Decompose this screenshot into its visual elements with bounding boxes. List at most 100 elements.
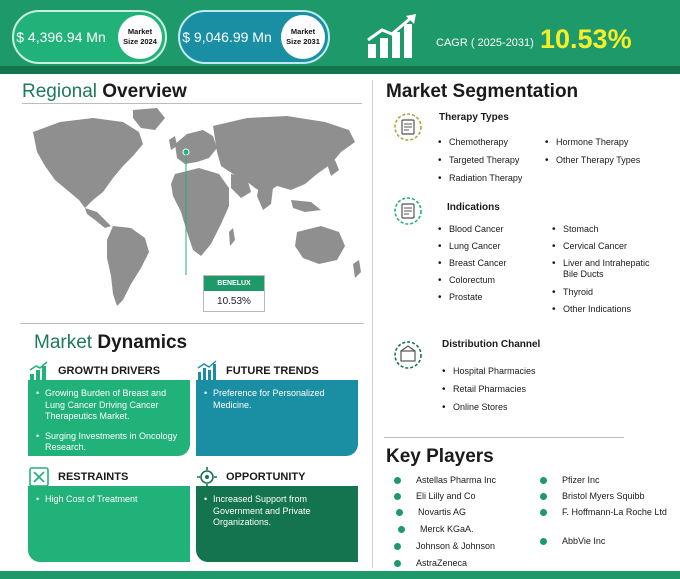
distribution-channel-icon bbox=[394, 341, 422, 369]
growth-drivers-box: Growing Burden of Breast and Lung Cancer… bbox=[28, 380, 190, 456]
key-player-item: Johnson & Johnson bbox=[394, 541, 496, 552]
market-size-2024-label: Market Size 2024 bbox=[118, 15, 162, 59]
bullet-dot-icon bbox=[398, 526, 405, 533]
key-player-name: AbbVie Inc bbox=[562, 536, 606, 546]
indication-item: Stomach bbox=[552, 224, 598, 235]
key-player-item: Bristol Myers Squibb bbox=[540, 491, 645, 502]
indication-item: Colorectum bbox=[438, 275, 495, 286]
key-player-item: Merck KGaA. bbox=[398, 524, 474, 535]
key-player-item: Novartis AG bbox=[396, 507, 467, 518]
key-player-name: Eli Lilly and Co bbox=[416, 491, 476, 501]
bullet-dot-icon bbox=[394, 493, 401, 500]
regional-title-bold: Overview bbox=[102, 81, 187, 102]
market-size-2031-value: $ 9,046.99 Mn bbox=[182, 28, 272, 45]
restraint-item: High Cost of Treatment bbox=[36, 494, 182, 506]
header-band bbox=[0, 66, 680, 74]
future-trends-header: FUTURE TRENDS bbox=[196, 360, 319, 382]
restraints-header: RESTRAINTS bbox=[28, 466, 128, 488]
key-player-name: Novartis AG bbox=[418, 507, 467, 517]
bullet-dot-icon bbox=[540, 493, 547, 500]
opportunity-icon bbox=[197, 467, 217, 487]
cagr-label: CAGR ( 2025-2031) bbox=[436, 37, 534, 49]
key-player-name: AstraZeneca bbox=[416, 558, 468, 568]
indication-item: Liver and Intrahepatic Bile Ducts bbox=[552, 258, 663, 280]
opportunity-item: Increased Support from Government and Pr… bbox=[204, 494, 350, 529]
restraints-box: High Cost of Treatment bbox=[28, 486, 190, 562]
future-trend-item: Preference for Personalized Medicine. bbox=[204, 388, 350, 411]
key-player-name: Merck KGaA. bbox=[420, 524, 474, 534]
distribution-item: Hospital Pharmacies bbox=[442, 366, 535, 377]
market-dynamics-title: Market Dynamics bbox=[34, 332, 187, 354]
dynamics-title-bold: Dynamics bbox=[97, 332, 188, 353]
key-players-divider bbox=[384, 437, 624, 438]
bullet-dot-icon bbox=[394, 543, 401, 550]
key-player-name: F. Hoffmann-La Roche Ltd bbox=[562, 507, 667, 517]
therapy-types-icon bbox=[394, 113, 422, 141]
market-size-2031-label: Market Size 2031 bbox=[281, 15, 325, 59]
regional-overview-title: Regional Overview bbox=[22, 81, 187, 103]
benelux-region-name: BENELUX bbox=[204, 276, 264, 291]
indication-item: Lung Cancer bbox=[438, 241, 500, 252]
opportunity-header: OPPORTUNITY bbox=[196, 466, 305, 488]
key-player-item: Pfizer Inc bbox=[540, 475, 600, 486]
restraints-icon bbox=[29, 467, 49, 487]
market-size-2024-value: $ 4,396.94 Mn bbox=[16, 28, 106, 45]
opportunity-box: Increased Support from Government and Pr… bbox=[196, 486, 358, 562]
key-players-title: Key Players bbox=[386, 446, 494, 468]
restraints-title: RESTRAINTS bbox=[58, 471, 129, 483]
growth-drivers-title: GROWTH DRIVERS bbox=[58, 365, 161, 377]
key-player-item: F. Hoffmann-La Roche Ltd bbox=[540, 507, 670, 518]
dynamics-title-normal: Market bbox=[34, 332, 98, 353]
indication-item: Prostate bbox=[438, 292, 482, 303]
therapy-type-item: Chemotherapy bbox=[438, 137, 508, 148]
bullet-dot-icon bbox=[540, 538, 547, 545]
indication-item: Cervical Cancer bbox=[552, 241, 627, 252]
world-map bbox=[33, 108, 361, 306]
growth-drivers-icon bbox=[29, 361, 48, 380]
column-divider bbox=[372, 80, 373, 568]
cagr-value: 10.53% bbox=[540, 24, 632, 54]
growth-drivers-header: GROWTH DRIVERS bbox=[28, 360, 160, 382]
market-segmentation-title: Market Segmentation bbox=[386, 81, 578, 103]
growth-driver-item: Surging Investments in Oncology Research… bbox=[36, 431, 182, 454]
key-player-item: Eli Lilly and Co bbox=[394, 491, 476, 502]
bullet-dot-icon bbox=[540, 509, 547, 516]
key-player-item: Astellas Pharma Inc bbox=[394, 475, 497, 486]
indications-icon bbox=[394, 197, 422, 225]
segmentation-title-text: Market Segmentation bbox=[386, 81, 579, 102]
therapy-type-item: Hormone Therapy bbox=[545, 137, 628, 148]
bullet-dot-icon bbox=[394, 560, 401, 567]
therapy-type-item: Radiation Therapy bbox=[438, 173, 522, 184]
key-player-name: Pfizer Inc bbox=[562, 475, 600, 485]
growth-driver-item: Growing Burden of Breast and Lung Cancer… bbox=[36, 388, 182, 423]
key-player-name: Astellas Pharma Inc bbox=[416, 475, 497, 485]
therapy-types-title: Therapy Types bbox=[439, 112, 509, 123]
key-player-item: AstraZeneca bbox=[394, 558, 468, 569]
future-trends-title: FUTURE TRENDS bbox=[226, 365, 319, 377]
distribution-item: Retail Pharmacies bbox=[442, 384, 526, 395]
opportunity-title: OPPORTUNITY bbox=[226, 471, 306, 483]
key-players-title-text: Key Players bbox=[386, 446, 494, 467]
indication-item: Thyroid bbox=[552, 287, 593, 298]
indications-title: Indications bbox=[447, 202, 500, 213]
distribution-item: Online Stores bbox=[442, 402, 507, 413]
market-size-2031-pill: $ 9,046.99 Mn Market Size 2031 bbox=[178, 10, 330, 64]
indication-item: Other Indications bbox=[552, 304, 631, 315]
therapy-type-item: Other Therapy Types bbox=[545, 155, 640, 166]
therapy-type-item: Targeted Therapy bbox=[438, 155, 519, 166]
growth-chart-icon bbox=[367, 14, 416, 58]
key-player-item: AbbVie Inc bbox=[540, 536, 606, 547]
distribution-channel-title: Distribution Channel bbox=[442, 339, 541, 350]
key-player-name: Bristol Myers Squibb bbox=[562, 491, 645, 501]
indication-item: Blood Cancer bbox=[438, 224, 503, 235]
footer-band bbox=[0, 571, 680, 579]
key-player-name: Johnson & Johnson bbox=[416, 541, 496, 551]
indication-item: Breast Cancer bbox=[438, 258, 506, 269]
benelux-callout: BENELUX 10.53% bbox=[203, 275, 265, 312]
future-trends-box: Preference for Personalized Medicine. bbox=[196, 380, 358, 456]
future-trends-icon bbox=[197, 360, 217, 380]
regional-title-normal: Regional bbox=[22, 81, 103, 102]
market-size-2024-pill: $ 4,396.94 Mn Market Size 2024 bbox=[12, 10, 167, 64]
bullet-dot-icon bbox=[396, 509, 403, 516]
bullet-dot-icon bbox=[540, 477, 547, 484]
